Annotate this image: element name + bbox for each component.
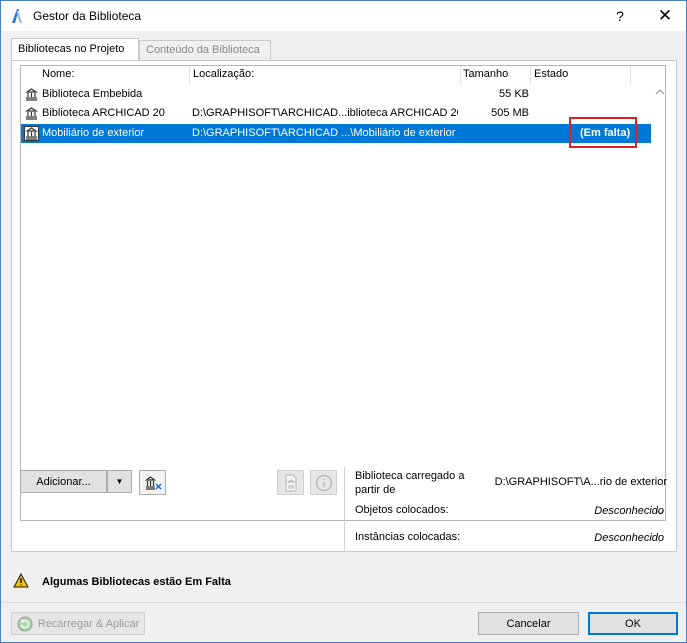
- library-location: D:\GRAPHISOFT\ARCHICAD...iblioteca ARCHI…: [192, 107, 458, 119]
- column-divider[interactable]: [630, 66, 631, 84]
- reload-icon: [17, 616, 33, 631]
- scroll-up-arrow-icon[interactable]: [654, 86, 666, 98]
- library-icon: [25, 88, 38, 101]
- placed-instances-label: Instâncias colocadas:: [355, 531, 461, 543]
- library-name: Biblioteca Embebida: [42, 88, 143, 100]
- add-library-button[interactable]: Adicionar...: [20, 470, 107, 493]
- library-row[interactable]: Biblioteca Embebida 55 KB: [21, 85, 651, 104]
- library-size: 55 KB: [499, 88, 529, 100]
- library-location: D:\GRAPHISOFT\ARCHICAD ...\Mobiliário de…: [192, 127, 456, 139]
- library-icon: [24, 126, 39, 141]
- library-icon: [25, 107, 38, 120]
- library-row-selected[interactable]: Mobiliário de exterior D:\GRAPHISOFT\ARC…: [21, 124, 651, 143]
- library-name: Biblioteca ARCHICAD 20: [42, 107, 165, 119]
- library-manager-window: Gestor da Biblioteca ? ✕ Bibliotecas no …: [0, 0, 687, 643]
- help-button[interactable]: ?: [597, 1, 643, 31]
- reload-apply-button[interactable]: Recarregar & Aplicar: [11, 612, 145, 635]
- library-name: Mobiliário de exterior: [42, 127, 145, 139]
- missing-libraries-warning: Algumas Bibliotecas estão Em Falta: [42, 576, 231, 588]
- placed-instances-value: Desconhecido: [594, 532, 664, 544]
- add-library-dropdown[interactable]: ▼: [107, 470, 132, 493]
- details-separator: [344, 467, 345, 552]
- remove-library-button[interactable]: [139, 470, 166, 495]
- placed-objects-value: Desconhecido: [594, 505, 664, 517]
- tab-library-contents[interactable]: Conteúdo da Biblioteca: [139, 40, 271, 60]
- footer-divider: [1, 602, 686, 603]
- column-header-status[interactable]: Estado: [531, 68, 631, 84]
- column-header-name[interactable]: Nome:: [39, 68, 189, 84]
- reload-apply-label: Recarregar & Aplicar: [37, 617, 140, 630]
- library-row[interactable]: Biblioteca ARCHICAD 20 D:\GRAPHISOFT\ARC…: [21, 104, 651, 123]
- info-icon: [315, 474, 332, 491]
- loaded-from-label: Biblioteca carregado a partir de: [355, 470, 465, 496]
- title-bar: Gestor da Biblioteca ? ✕: [1, 1, 686, 31]
- loaded-from-value: D:\GRAPHISOFT\A...rio de exterior: [494, 476, 667, 488]
- info-button[interactable]: [310, 470, 337, 495]
- placed-objects-label: Objetos colocados:: [355, 504, 449, 516]
- ok-button[interactable]: OK: [588, 612, 678, 635]
- column-header-size[interactable]: Tamanho: [460, 68, 530, 84]
- cancel-button[interactable]: Cancelar: [478, 612, 579, 635]
- tab-libraries-in-project[interactable]: Bibliotecas no Projeto: [11, 38, 139, 61]
- warning-icon: [13, 573, 29, 588]
- document-library-icon: [285, 474, 296, 491]
- window-title: Gestor da Biblioteca: [33, 9, 142, 23]
- library-size: 505 MB: [491, 107, 529, 119]
- close-button[interactable]: ✕: [642, 1, 687, 31]
- list-header: Nome: Localização: Tamanho Estado: [21, 66, 665, 84]
- chevron-down-icon: ▼: [115, 477, 124, 486]
- library-remove-icon: [144, 475, 162, 490]
- archicad-app-icon: [12, 9, 22, 23]
- library-part-button[interactable]: [277, 470, 304, 495]
- highlight-box: [569, 117, 637, 148]
- column-header-location[interactable]: Localização:: [190, 68, 460, 84]
